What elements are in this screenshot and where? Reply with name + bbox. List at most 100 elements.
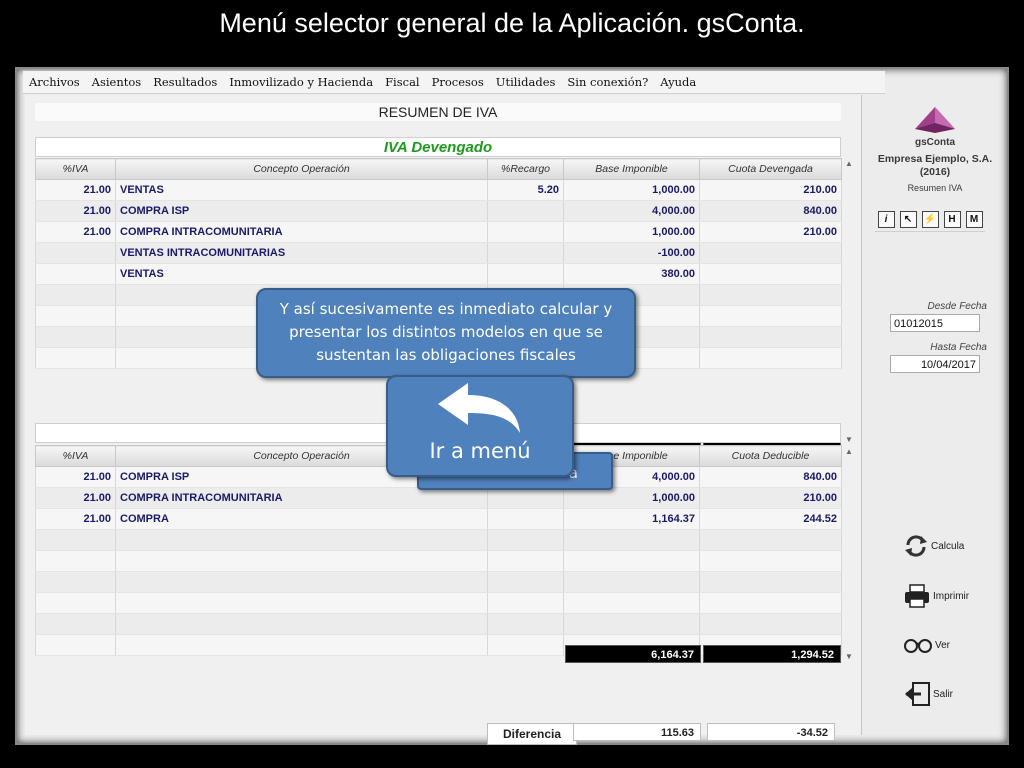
ir-a-menu-label: Ir a menú [429,439,531,463]
back-arrow-icon [438,383,520,433]
cell-cuota [699,242,842,264]
deducible-total-base: 6,164.37 [565,645,701,663]
menu-bar: Archivos Asientos Resultados Inmovilizad… [23,71,885,94]
cell-iva [35,263,116,285]
table-row[interactable] [35,550,842,572]
pointer-icon[interactable]: ↖ [899,211,917,228]
cell-iva: 21.00 [35,466,116,488]
col-iva[interactable]: %IVA [35,158,116,180]
info-callout: Y así sucesivamente es inmediato calcula… [256,288,636,378]
cell-recargo [487,508,564,530]
salir-label: Salir [933,688,954,700]
cell-concepto: COMPRA INTRACOMUNITARIA [115,221,488,243]
table-row[interactable] [35,592,842,614]
cell-recargo [487,221,564,243]
menu-sin-conexion[interactable]: Sin conexión? [561,75,654,89]
cell-concepto: VENTAS INTRACOMUNITARIAS [115,242,488,264]
cell-cuota: 210.00 [699,487,842,509]
salir-button[interactable]: Salir [903,681,953,707]
ver-button[interactable]: Ver [903,635,950,655]
table-row[interactable]: VENTAS 380.00 [35,263,842,285]
cell-concepto: VENTAS [115,179,488,201]
glasses-icon [904,639,932,653]
deducible-total-cuota: 1,294.52 [703,645,841,663]
diferencia-label: Diferencia [487,723,577,745]
menu-inmovilizado[interactable]: Inmovilizado y Hacienda [223,75,379,89]
table-row[interactable]: 21.00 COMPRA INTRACOMUNITARIA 1,000.00 210.… [35,487,842,509]
cell-iva: 21.00 [35,200,116,222]
cell-cuota: 210.00 [699,221,842,243]
table-row[interactable] [35,571,842,593]
cell-iva: 21.00 [35,508,116,530]
scroll-down-icon[interactable]: ▼ [843,652,855,661]
menu-utilidades[interactable]: Utilidades [490,75,562,89]
menu-ayuda[interactable]: Ayuda [654,75,702,89]
scroll-down-icon[interactable]: ▼ [843,435,855,444]
cell-iva [35,242,116,264]
page-title: RESUMEN DE IVA [35,103,841,121]
info-icon[interactable]: i [877,211,895,228]
col-base[interactable]: Base Imponible [563,158,700,180]
company-name: Empresa Ejemplo, S.A. (2016) [865,153,1005,179]
cell-cuota: 244.52 [699,508,842,530]
menu-procesos[interactable]: Procesos [426,75,490,89]
cell-base: -100.00 [563,242,700,264]
cell-recargo [487,200,564,222]
diferencia-cuota: -34.52 [707,723,835,741]
help-h-icon[interactable]: H [943,211,961,228]
col-cuota[interactable]: Cuota Deducible [699,445,842,467]
cell-base: 380.00 [563,263,700,285]
slide-title: Menú selector general de la Aplicación. … [219,8,805,38]
col-concepto[interactable]: Concepto Operación [115,158,488,180]
scroll-up-icon[interactable]: ▲ [843,447,855,456]
cell-iva: 21.00 [35,221,116,243]
cell-base: 1,000.00 [563,179,700,201]
desde-fecha-input[interactable]: 01012015 [890,314,980,332]
cell-recargo: 5.20 [487,179,564,201]
table-row[interactable] [35,613,842,635]
table-row[interactable]: 21.00 VENTAS 5.20 1,000.00 210.00 [35,179,842,201]
company-label: Empresa Ejemplo, S.A. [877,153,993,165]
cell-base: 1,164.37 [563,508,700,530]
imprimir-button[interactable]: Imprimir [903,583,969,609]
calcula-button[interactable]: Calcula [903,533,964,559]
ver-label: Ver [935,639,951,651]
menu-resultados[interactable]: Resultados [147,75,223,89]
col-recargo[interactable]: %Recargo [487,158,564,180]
table-row[interactable] [35,529,842,551]
cell-cuota: 210.00 [699,179,842,201]
printer-icon [905,584,929,608]
cell-recargo [487,487,564,509]
company-year: (2016) [919,166,951,178]
hasta-fecha-input[interactable]: 10/04/2017 [890,355,980,373]
refresh-icon [905,535,927,557]
scroll-up-icon[interactable]: ▲ [843,159,855,168]
menu-m-icon[interactable]: M [965,211,983,228]
cell-cuota: 840.00 [699,466,842,488]
menu-archivos[interactable]: Archivos [23,75,86,89]
cell-iva: 21.00 [35,487,116,509]
col-cuota[interactable]: Cuota Devengada [699,158,842,180]
devengado-title: IVA Devengado [35,137,841,157]
cell-concepto: COMPRA INTRACOMUNITARIA [115,487,488,509]
desde-label: Desde Fecha [927,301,987,312]
cell-base: 1,000.00 [563,221,700,243]
table-row[interactable]: 21.00 COMPRA INTRACOMUNITARIA 1,000.00 210.… [35,221,842,243]
table-row[interactable]: 21.00 COMPRA ISP 4,000.00 840.00 [35,200,842,222]
col-iva[interactable]: %IVA [35,445,116,467]
table-row[interactable]: VENTAS INTRACOMUNITARIAS -100.00 [35,242,842,264]
cell-concepto: VENTAS [115,263,488,285]
table-row[interactable]: 21.00 COMPRA 1,164.37 244.52 [35,508,842,530]
lightning-icon[interactable]: ⚡ [921,211,939,228]
cell-cuota [699,263,842,285]
imprimir-label: Imprimir [933,590,970,602]
diferencia-base: 115.63 [573,723,701,741]
menu-fiscal[interactable]: Fiscal [379,75,426,89]
hasta-label: Hasta Fecha [930,342,987,353]
cell-iva: 21.00 [35,179,116,201]
cell-base: 1,000.00 [563,487,700,509]
exit-icon [905,682,930,706]
cell-base: 4,000.00 [563,200,700,222]
menu-asientos[interactable]: Asientos [86,75,148,89]
ir-a-menu-button[interactable]: Ir a menú [386,375,574,477]
